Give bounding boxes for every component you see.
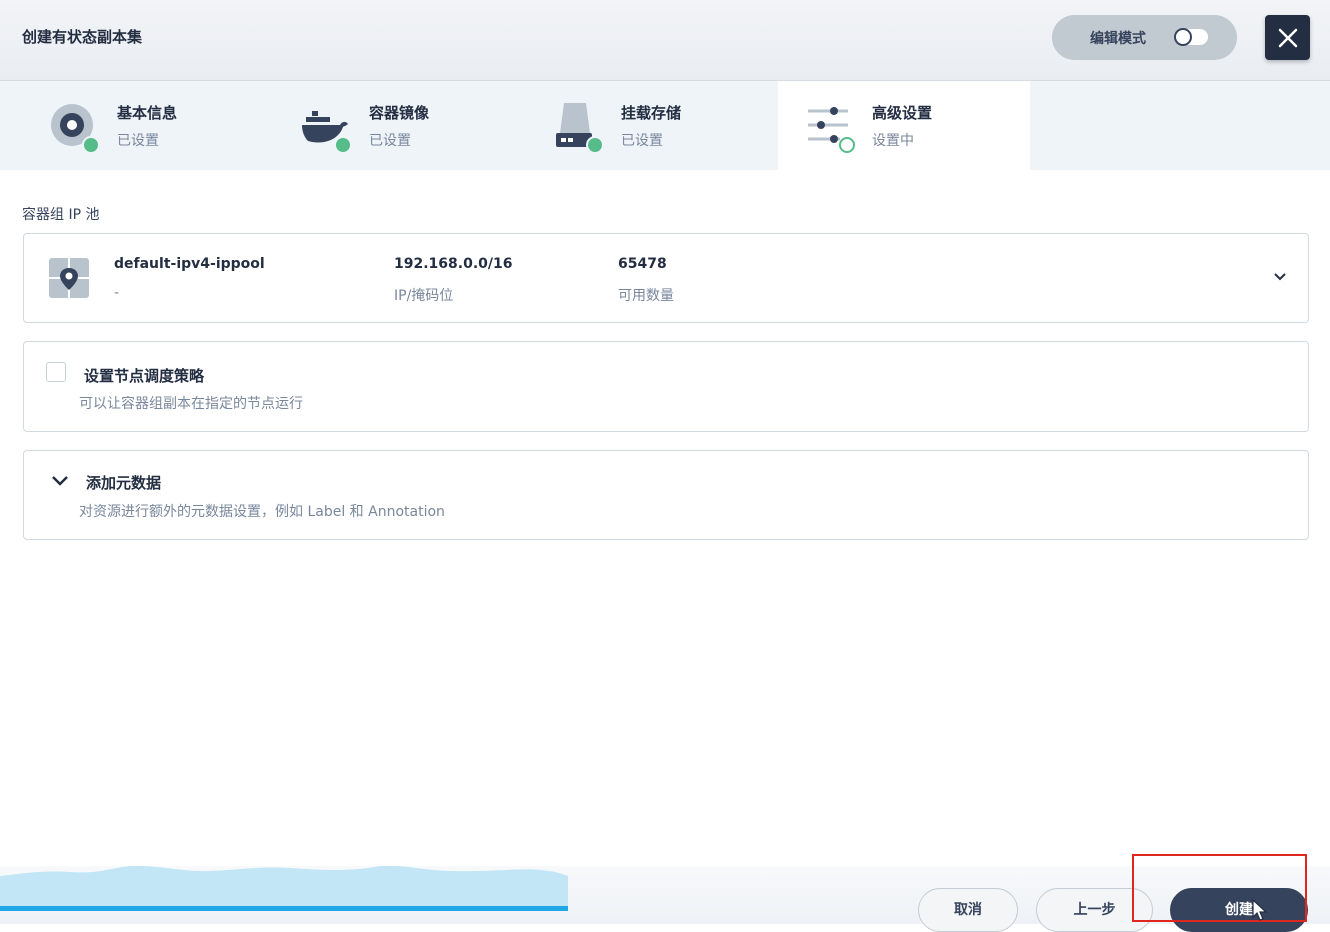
page-title: 创建有状态副本集: [22, 28, 143, 46]
ip-pool-name: default-ipv4-ippool: [114, 256, 265, 272]
step-name: 高级设置: [872, 104, 933, 122]
step-status: 已设置: [369, 133, 411, 149]
close-button[interactable]: [1265, 15, 1310, 60]
step-status: 已设置: [621, 133, 663, 149]
node-schedule-description: 可以让容器组副本在指定的节点运行: [79, 396, 303, 412]
sliders-icon: [808, 107, 855, 153]
storage-icon: [556, 103, 604, 153]
ip-pool-available-label: 可用数量: [618, 288, 674, 304]
metadata-title[interactable]: 添加元数据: [86, 472, 161, 493]
step-name: 挂载存储: [621, 104, 682, 122]
step-mount-storage[interactable]: 挂载存储 已设置: [504, 81, 756, 170]
ip-pool-available: 65478: [618, 256, 667, 272]
step-container-image[interactable]: 容器镜像 已设置: [252, 81, 504, 170]
ip-pool-description: -: [114, 285, 120, 301]
wave-decoration: [0, 866, 568, 906]
chevron-down-icon[interactable]: [1273, 272, 1287, 282]
cursor-icon: [1252, 899, 1268, 921]
cancel-button[interactable]: 取消: [918, 888, 1018, 932]
close-icon: [1278, 28, 1298, 48]
step-basic-info[interactable]: 基本信息 已设置: [0, 81, 252, 170]
switch-knob: [1174, 28, 1192, 46]
edit-mode-switch[interactable]: [1174, 28, 1208, 46]
highlight-box: [1132, 854, 1307, 922]
ip-pool-card[interactable]: default-ipv4-ippool - 192.168.0.0/16 IP/…: [23, 233, 1309, 323]
step-status: 设置中: [872, 133, 914, 149]
ip-pool-cidr: 192.168.0.0/16: [394, 256, 513, 272]
node-schedule-checkbox[interactable]: [46, 362, 66, 382]
node-schedule-title[interactable]: 设置节点调度策略: [84, 365, 204, 386]
step-name: 容器镜像: [369, 104, 430, 122]
docker-icon: [302, 111, 352, 153]
node-schedule-card: 设置节点调度策略 可以让容器组副本在指定的节点运行: [23, 341, 1309, 432]
edit-mode-label: 编辑模式: [1090, 31, 1146, 47]
metadata-card[interactable]: 添加元数据 对资源进行额外的元数据设置，例如 Label 和 Annotatio…: [23, 450, 1309, 540]
step-status: 已设置: [117, 133, 159, 149]
chevron-down-icon[interactable]: [51, 475, 69, 487]
ip-pool-icon: [49, 258, 89, 298]
progress-bar: [0, 906, 568, 911]
ip-pool-cidr-label: IP/掩码位: [394, 288, 454, 304]
ip-pool-section-label: 容器组 IP 池: [22, 207, 100, 223]
disc-icon: [51, 104, 100, 153]
wizard-steps: 基本信息 已设置 容器镜像 已设置 挂载存储 已设置 高级设置 设置中: [0, 81, 1330, 170]
modal-header: 创建有状态副本集 编辑模式: [0, 0, 1330, 81]
edit-mode-toggle[interactable]: 编辑模式: [1052, 15, 1237, 60]
step-advanced-settings[interactable]: 高级设置 设置中: [778, 81, 1030, 170]
modal-footer: 取消 上一步 创建: [0, 866, 1330, 932]
step-name: 基本信息: [117, 104, 178, 122]
metadata-description: 对资源进行额外的元数据设置，例如 Label 和 Annotation: [79, 504, 445, 520]
